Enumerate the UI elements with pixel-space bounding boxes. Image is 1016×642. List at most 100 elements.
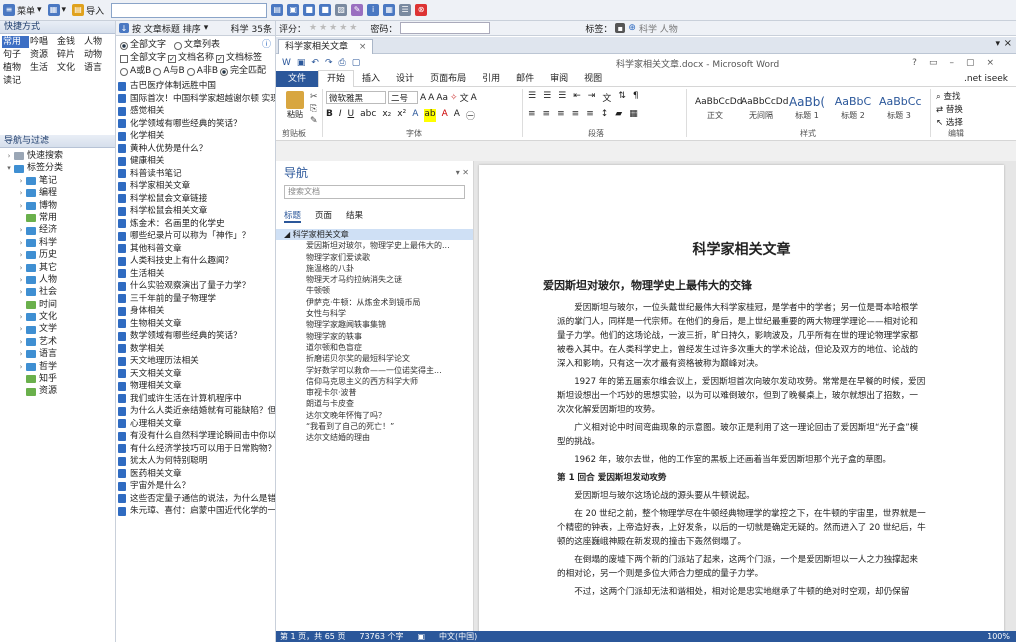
expand-arrow-icon[interactable]: › [16,311,26,323]
sort-icon[interactable]: ⇅ [618,91,626,104]
list-item[interactable]: 科学松鼠会文章链接 [116,193,275,206]
show-marks-icon[interactable]: ¶ [633,91,639,104]
size-select[interactable]: 二号 [388,91,418,104]
list-item[interactable]: 健康相关 [116,155,275,168]
list-item[interactable]: 心理相关文章 [116,418,275,431]
strike-icon[interactable]: abc [360,109,376,122]
save-icon[interactable]: ■ [303,4,316,16]
new-icon[interactable]: ▢ [352,58,361,68]
list-item[interactable]: 这些否定量子通信的说法，为什么是错的？ [116,493,275,506]
tree-node[interactable]: › 科学 [0,237,115,249]
info-icon[interactable]: ⓘ [262,39,271,52]
shrink-font-icon[interactable]: A [428,93,434,103]
list-item[interactable]: 国际首次！中国科学家超越谢尔顿 实现金融 [116,93,275,106]
doc-icon[interactable]: ▤ [271,4,284,16]
word-icon[interactable]: W [282,58,291,68]
highlight-icon[interactable]: ab [424,109,436,122]
tree-node[interactable]: › 文学 [0,323,115,335]
expand-arrow-icon[interactable]: › [4,150,14,162]
expand-arrow-icon[interactable]: › [16,336,26,348]
rating-stars[interactable]: ★★★★★ [309,23,359,33]
quick-item[interactable]: 语言 [83,62,110,74]
password-input[interactable] [400,22,491,34]
distribute-icon[interactable]: ≡ [586,109,594,119]
tree-node[interactable]: 常用 [0,212,115,224]
shading-icon[interactable]: ▰ [615,109,622,119]
list-item[interactable]: 人类科技史上有什么趣闻？ [116,255,275,268]
nav-heading[interactable]: 施温格的八卦 [276,263,473,274]
style-item[interactable]: AaBbCcDd 正文 [694,93,742,121]
numbering-icon[interactable]: ☰ [543,91,551,104]
add-tag-icon[interactable]: ⊕ [628,23,636,33]
bold-icon[interactable]: B [326,109,333,122]
check-doc-tag[interactable]: ✓ [216,54,225,63]
tree-node[interactable]: › 艺术 [0,336,115,348]
grow-font-icon[interactable]: A [420,93,426,103]
nav-heading[interactable]: 审视卡尔·波普 [276,387,473,398]
quick-item[interactable]: 读记 [2,75,29,87]
nav-root[interactable]: ◢ 科学家相关文章 [276,229,473,241]
nav-heading[interactable]: 信仰马克思主义的西方科学大师 [276,376,473,387]
menu-tab[interactable]: 邮件 [508,71,542,87]
menu-tab[interactable]: 设计 [388,71,422,87]
tree-node[interactable]: › 快速搜索 [0,150,115,162]
expand-arrow-icon[interactable]: › [16,224,26,236]
tree-node[interactable]: ▾ 标签分类 [0,162,115,174]
align-center-icon[interactable]: ≡ [543,109,551,119]
list-item[interactable]: 身体相关 [116,305,275,318]
chevron-down-icon[interactable]: ▾ [204,23,209,33]
quick-item[interactable]: 动物 [83,49,110,61]
match-radio[interactable] [186,67,195,76]
menu-button[interactable]: ≡ 菜单 ▾ [0,2,45,19]
import-button[interactable]: ▤ 导入 [69,2,107,19]
expand-arrow-icon[interactable]: › [16,200,26,212]
tree-node[interactable]: › 文化 [0,311,115,323]
redo-icon[interactable]: ↷ [325,58,333,68]
search-input[interactable] [111,2,268,18]
quick-item[interactable]: 常用 [2,36,29,48]
doc-tab[interactable]: 科学家相关文章 × [278,39,374,54]
list-item[interactable]: 犹太人为何特别聪明 [116,455,275,468]
bullets-icon[interactable]: ☰ [528,91,536,104]
case-icon[interactable]: Aa [436,93,448,103]
menu-tab[interactable]: 审阅 [542,71,576,87]
print-icon[interactable]: ⎙ [339,58,346,68]
nav-heading[interactable]: 朗道与卡皮查 [276,398,473,409]
radio-doc-list[interactable] [174,41,183,50]
tree-node[interactable]: › 历史 [0,249,115,261]
match-radio[interactable] [153,67,162,76]
list-item[interactable]: 朱元璋、喜付：启蒙中国近代化学的一般林 [116,505,275,518]
tab-dropdown-icon[interactable]: ▾ [995,39,1000,49]
edit-item[interactable]: ⇄ 替换 [936,104,963,117]
close-app-icon[interactable]: ⊗ [415,4,428,16]
tree-node[interactable]: › 人物 [0,274,115,286]
subscript-icon[interactable]: x₂ [382,109,391,122]
text-effect-icon[interactable]: A [412,109,418,122]
list-item[interactable]: 其他科普文章 [116,243,275,256]
nav-heading[interactable]: 物理学家趣闻轶事集锦 [276,319,473,330]
expand-arrow-icon[interactable]: › [16,323,26,335]
style-item[interactable]: AaBbCc 标题 3 [878,93,922,121]
nav-tab[interactable]: 标题 [284,209,302,223]
clip-tools[interactable]: ✂ ⎘ ✎ [310,91,318,127]
quick-item[interactable]: 金钱 [56,36,83,48]
quick-item[interactable]: 碎片 [56,49,83,61]
list-item[interactable]: 感觉相关 [116,105,275,118]
save-all-icon[interactable]: ■ [319,4,332,16]
tree-node[interactable]: › 哲学 [0,361,115,373]
quick-item[interactable]: 资源 [29,49,56,61]
list-item[interactable]: 哪些纪录片可以称为「神作」？ [116,230,275,243]
zoom-level[interactable]: 100% [987,632,1016,641]
align-right-icon[interactable]: ≡ [557,109,565,119]
expand-arrow-icon[interactable]: › [16,249,26,261]
tree-node[interactable]: › 笔记 [0,175,115,187]
list-item[interactable]: 为什么人类近亲结婚就有可能缺陷？但动 [116,405,275,418]
quick-item[interactable]: 文化 [56,62,83,74]
nav-heading[interactable]: 物理学家的轶事 [276,331,473,342]
radio-all-text[interactable] [120,41,128,50]
italic-icon[interactable]: I [339,109,342,122]
nav-heading[interactable]: 道尔顿和色盲症 [276,342,473,353]
list-item[interactable]: 炼金术：名画里的化学史 [116,218,275,231]
undo-icon[interactable]: ↶ [311,58,319,68]
nav-heading[interactable]: 达尔文结婚的理由 [276,432,473,443]
